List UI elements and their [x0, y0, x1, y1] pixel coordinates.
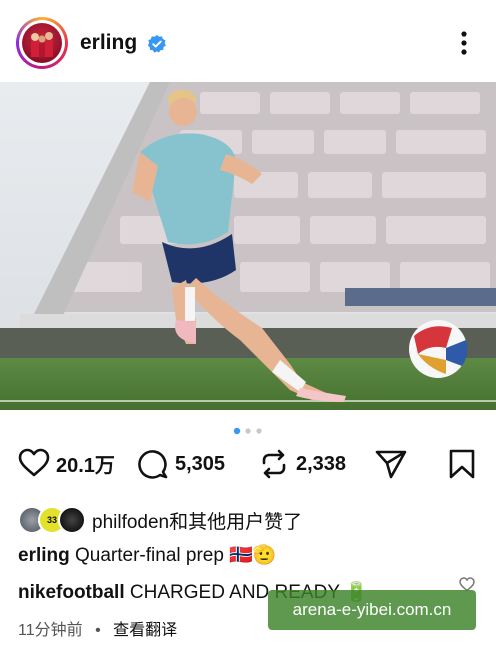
comment-icon [138, 450, 168, 479]
soccer-ball [409, 320, 468, 378]
post-time: 11分钟前 [18, 622, 83, 639]
share-button[interactable] [374, 448, 408, 480]
like-count: 20.1万 [56, 454, 115, 477]
post-meta: 11分钟前 • 查看翻译 [18, 616, 177, 640]
liked-by-text: philfoden和其他用户赞了 [92, 511, 303, 533]
carousel-indicator [233, 427, 262, 435]
caption-username[interactable]: erling [18, 545, 70, 566]
repost-count: 2,338 [296, 452, 347, 475]
story-ring[interactable] [16, 17, 68, 69]
save-button[interactable] [448, 448, 476, 480]
avatar-players-icon [31, 32, 53, 57]
send-icon [375, 450, 407, 479]
caption-text: Quarter-final prep 🇳🇴🫡 [75, 545, 277, 566]
avatar[interactable] [22, 23, 62, 63]
like-button[interactable]: 20.1万 [18, 448, 115, 478]
comment-button[interactable]: 5,305 [137, 448, 225, 480]
translate-link[interactable]: 查看翻译 [113, 622, 177, 639]
comment-username[interactable]: nikefootball [18, 582, 125, 603]
post-username[interactable]: erling [80, 31, 137, 55]
caption: erling Quarter-final prep 🇳🇴🫡 [18, 543, 277, 567]
verified-badge-icon [148, 35, 166, 53]
more-vertical-icon[interactable] [454, 30, 474, 56]
heart-icon [18, 448, 50, 477]
carousel-dot [245, 428, 251, 434]
liked-by-row[interactable]: 33 philfoden和其他用户赞了 [18, 506, 302, 534]
repost-button[interactable]: 2,338 [258, 448, 346, 480]
meta-separator: • [95, 622, 101, 639]
bookmark-icon [449, 449, 475, 479]
carousel-dot [256, 428, 262, 434]
repost-icon [262, 449, 286, 479]
comment-count: 5,305 [175, 452, 226, 475]
avatar [58, 506, 86, 534]
action-bar: 20.1万 5,305 2,338 [0, 448, 496, 494]
watermark: arena-e-yibei.com.cn [268, 590, 476, 630]
post-photo[interactable] [0, 82, 496, 410]
carousel-dot-active [233, 427, 241, 435]
post-header: erling [0, 0, 496, 82]
